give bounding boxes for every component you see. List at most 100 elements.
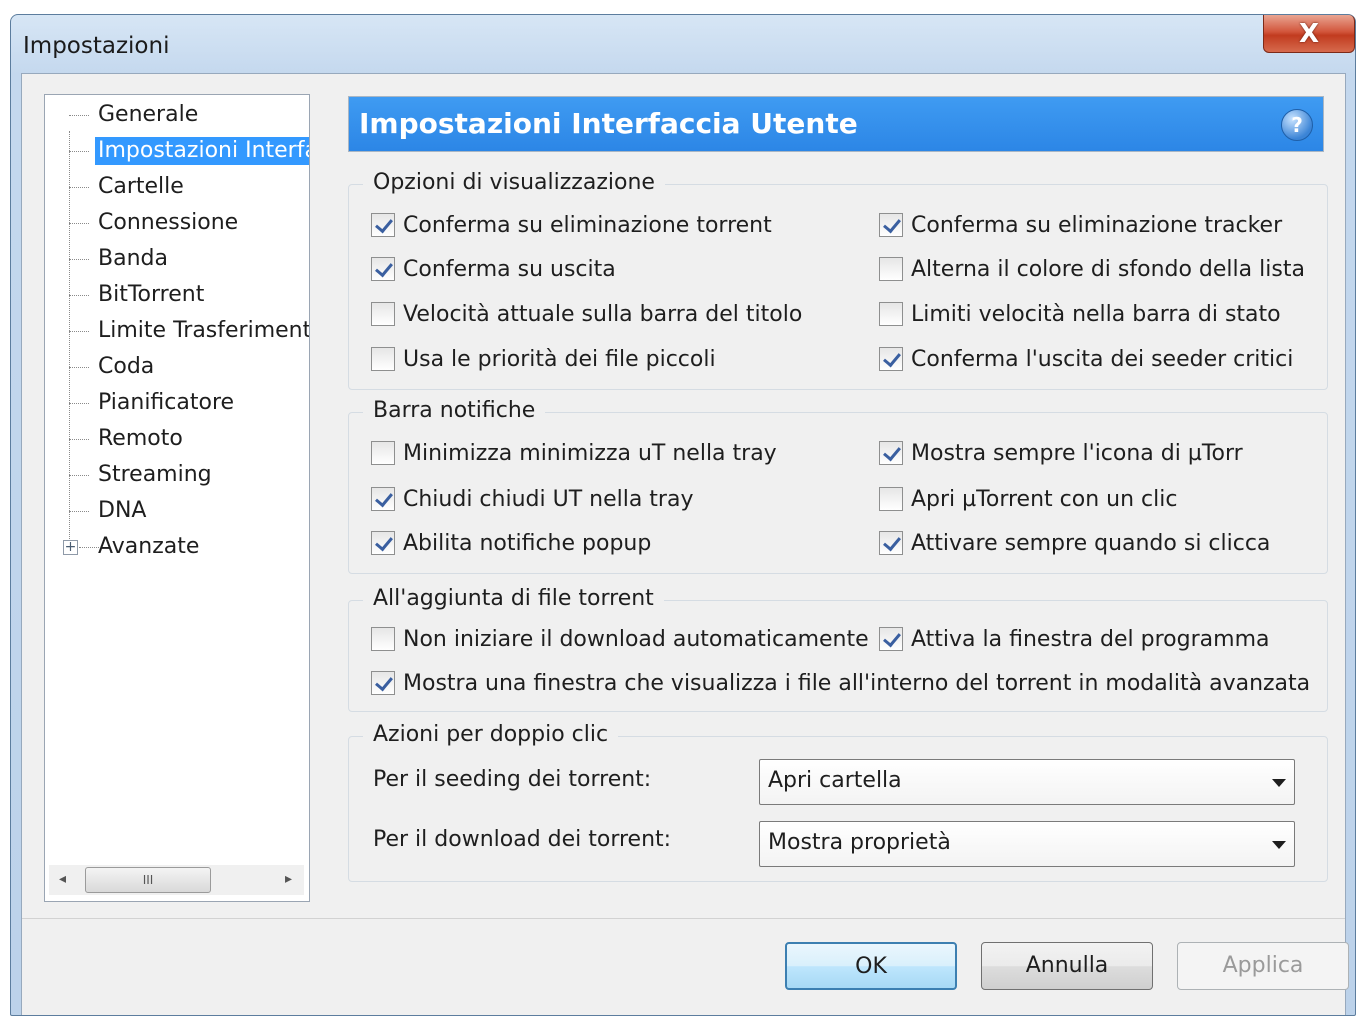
tree-connector xyxy=(69,439,89,440)
tree-connector xyxy=(69,187,89,188)
window-title: Impostazioni xyxy=(23,33,170,59)
checkbox-label: Conferma l'uscita dei seeder critici xyxy=(911,346,1294,372)
settings-tree[interactable]: Generale Impostazioni Interfa Cartelle Conn… xyxy=(44,94,310,902)
group-display-options: Opzioni di visualizzazione Conferma su e… xyxy=(348,168,1328,390)
tree-connector xyxy=(69,223,89,224)
expand-plus-icon[interactable]: + xyxy=(63,540,78,555)
checkbox-box[interactable] xyxy=(879,627,903,651)
tree-horizontal-scrollbar[interactable]: ◂ III ▸ xyxy=(49,865,304,895)
checkbox-box[interactable] xyxy=(371,213,395,237)
checkbox-always-show-tray-icon[interactable]: Mostra sempre l'icona di µTorr xyxy=(879,437,1243,469)
tree-connector xyxy=(69,295,89,296)
checkbox-label: Minimizza minimizza uT nella tray xyxy=(403,440,777,466)
checkbox-label: Chiudi chiudi UT nella tray xyxy=(403,486,694,512)
tree-item-label: Banda xyxy=(98,246,168,271)
checkbox-speed-in-title[interactable]: Velocità attuale sulla barra del titolo xyxy=(371,298,802,330)
checkbox-box[interactable] xyxy=(879,302,903,326)
checkbox-box[interactable] xyxy=(371,302,395,326)
checkbox-label: Conferma su uscita xyxy=(403,256,616,282)
section-header: Impostazioni Interfaccia Utente ? xyxy=(348,96,1324,152)
checkbox-box[interactable] xyxy=(879,441,903,465)
downloading-action-select[interactable]: Mostra proprietà xyxy=(759,821,1295,867)
checkbox-alternate-row-color[interactable]: Alterna il colore di sfondo della lista xyxy=(879,253,1305,285)
checkbox-popup-notifications[interactable]: Abilita notifiche popup xyxy=(371,527,651,559)
checkbox-confirm-delete-torrent[interactable]: Conferma su eliminazione torrent xyxy=(371,209,772,241)
tree-item-label: Pianificatore xyxy=(98,390,235,415)
downloading-action-label: Per il download dei torrent: xyxy=(373,827,672,852)
tree-item-label: Limite Trasferimenti xyxy=(98,318,310,343)
checkbox-box[interactable] xyxy=(371,671,395,695)
checkbox-label: Mostra una finestra che visualizza i fil… xyxy=(403,670,1311,696)
ok-button[interactable]: OK xyxy=(785,942,957,990)
scroll-left-icon[interactable]: ◂ xyxy=(59,871,66,887)
checkbox-confirm-critical-seeder-exit[interactable]: Conferma l'uscita dei seeder critici xyxy=(879,343,1293,375)
checkbox-box[interactable] xyxy=(879,213,903,237)
tree-item-label: BitTorrent xyxy=(98,282,205,307)
help-icon[interactable]: ? xyxy=(1281,109,1313,141)
tree-connector xyxy=(69,115,89,116)
checkbox-label: Conferma su eliminazione tracker xyxy=(911,212,1283,238)
close-button[interactable]: X xyxy=(1263,15,1355,53)
tree-connector xyxy=(69,259,89,260)
checkbox-minimize-to-tray[interactable]: Minimizza minimizza uT nella tray xyxy=(371,437,777,469)
tree-item-label: Impostazioni Interfa xyxy=(95,137,309,165)
checkbox-label: Alterna il colore di sfondo della lista xyxy=(911,256,1305,282)
tree-connector xyxy=(69,475,89,476)
checkbox-box[interactable] xyxy=(371,347,395,371)
checkbox-box[interactable] xyxy=(371,441,395,465)
checkbox-no-autostart[interactable]: Non iniziare il download automaticamente xyxy=(371,623,869,655)
apply-button[interactable]: Applica xyxy=(1177,942,1349,990)
checkbox-confirm-exit[interactable]: Conferma su uscita xyxy=(371,253,616,285)
tree-connector xyxy=(69,151,89,152)
group-label: Opzioni di visualizzazione xyxy=(363,168,665,198)
checkbox-box[interactable] xyxy=(879,487,903,511)
tree-item-label: Remoto xyxy=(98,426,183,451)
checkbox-label: Velocità attuale sulla barra del titolo xyxy=(403,301,803,327)
title-bar[interactable]: Impostazioni X xyxy=(11,15,1355,75)
tree-connector xyxy=(69,403,89,404)
checkbox-small-file-priority[interactable]: Usa le priorità dei file piccoli xyxy=(371,343,716,375)
checkbox-limits-in-status[interactable]: Limiti velocità nella barra di stato xyxy=(879,298,1281,330)
group-label: Azioni per doppio clic xyxy=(363,720,619,750)
tree-item-label: DNA xyxy=(98,498,147,523)
checkbox-show-files-window[interactable]: Mostra una finestra che visualizza i fil… xyxy=(371,667,1310,699)
chevron-down-icon[interactable] xyxy=(1272,841,1286,849)
checkbox-box[interactable] xyxy=(371,487,395,511)
checkbox-always-activate-on-click[interactable]: Attivare sempre quando si clicca xyxy=(879,527,1270,559)
dialog-client-area: Generale Impostazioni Interfa Cartelle Conn… xyxy=(21,73,1349,1015)
scroll-right-icon[interactable]: ▸ xyxy=(285,871,292,887)
tree-item-label: Avanzate xyxy=(98,534,200,559)
checkbox-label: Attivare sempre quando si clicca xyxy=(911,530,1271,556)
checkbox-box[interactable] xyxy=(879,531,903,555)
checkbox-label: Mostra sempre l'icona di µTorr xyxy=(911,440,1243,466)
checkbox-single-click-open[interactable]: Apri µTorrent con un clic xyxy=(879,483,1177,515)
checkbox-confirm-delete-tracker[interactable]: Conferma su eliminazione tracker xyxy=(879,209,1282,241)
checkbox-label: Attiva la finestra del programma xyxy=(911,626,1270,652)
close-icon: X xyxy=(1298,18,1320,49)
group-tray: Barra notifiche Minimizza minimizza uT n… xyxy=(348,396,1328,574)
group-label: All'aggiunta di file torrent xyxy=(363,584,664,614)
checkbox-box[interactable] xyxy=(371,531,395,555)
cancel-button[interactable]: Annulla xyxy=(981,942,1153,990)
checkbox-activate-program-window[interactable]: Attiva la finestra del programma xyxy=(879,623,1269,655)
checkbox-close-to-tray[interactable]: Chiudi chiudi UT nella tray xyxy=(371,483,693,515)
dialog-footer: OK Annulla Applica xyxy=(22,919,1349,1015)
checkbox-box[interactable] xyxy=(879,257,903,281)
tree-item-label: Streaming xyxy=(98,462,212,487)
group-label: Barra notifiche xyxy=(363,396,546,426)
checkbox-label: Abilita notifiche popup xyxy=(403,530,652,556)
checkbox-label: Usa le priorità dei file piccoli xyxy=(403,346,716,372)
group-adding-torrents: All'aggiunta di file torrent Non iniziar… xyxy=(348,584,1328,712)
section-title: Impostazioni Interfaccia Utente xyxy=(359,107,858,140)
select-value: Apri cartella xyxy=(768,768,902,793)
checkbox-box[interactable] xyxy=(371,257,395,281)
seeding-action-select[interactable]: Apri cartella xyxy=(759,759,1295,805)
checkbox-label: Apri µTorrent con un clic xyxy=(911,486,1178,512)
checkbox-box[interactable] xyxy=(879,347,903,371)
scroll-thumb[interactable]: III xyxy=(85,867,211,893)
checkbox-box[interactable] xyxy=(371,627,395,651)
settings-window: Impostazioni X Generale Impostazioni Inte… xyxy=(10,14,1356,1016)
tree-connector-line xyxy=(69,131,70,549)
chevron-down-icon[interactable] xyxy=(1272,779,1286,787)
checkbox-label: Conferma su eliminazione torrent xyxy=(403,212,772,238)
